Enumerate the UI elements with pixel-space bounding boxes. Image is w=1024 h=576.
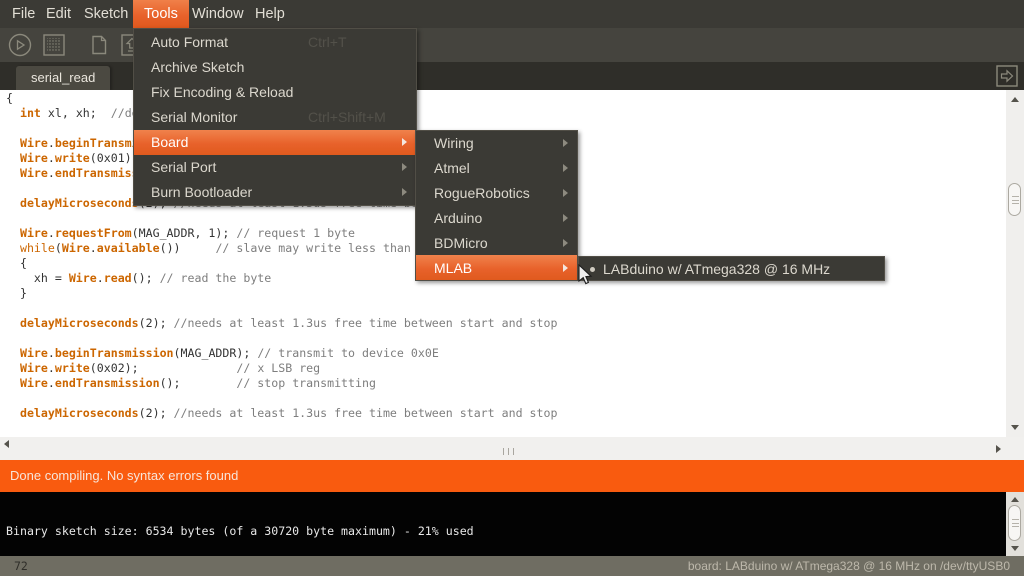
- menu-item-labduino[interactable]: LABduino w/ ATmega328 @ 16 MHz: [579, 257, 884, 280]
- menu-item-roguerobotics[interactable]: RogueRobotics: [416, 181, 577, 206]
- console-scroll-down-icon[interactable]: [1011, 546, 1019, 551]
- thumb-grip-icon: [1012, 519, 1019, 527]
- status-message: Done compiling. No syntax errors found: [10, 468, 238, 483]
- footer-status-bar: 72 board: LABduino w/ ATmega328 @ 16 MHz…: [0, 556, 1024, 576]
- console-scrollbar[interactable]: [1006, 492, 1024, 556]
- menu-bar: File Edit Sketch Tools Window Help: [0, 0, 1024, 28]
- play-circle-icon: [6, 31, 34, 59]
- editor-scrollbar-thumb[interactable]: [1008, 183, 1021, 216]
- menu-sketch[interactable]: Sketch: [80, 0, 132, 28]
- scroll-down-icon[interactable]: [1011, 425, 1019, 430]
- editor-vertical-scrollbar[interactable]: [1006, 90, 1024, 437]
- console: Binary sketch size: 6534 bytes (of a 307…: [0, 492, 1024, 556]
- menu-item-bdmicro[interactable]: BDMicro: [416, 230, 577, 255]
- stop-button[interactable]: [40, 31, 68, 59]
- console-output: Binary sketch size: 6534 bytes (of a 307…: [6, 524, 474, 539]
- submenu-arrow-icon: [563, 264, 568, 272]
- menu-item-fix-encoding[interactable]: Fix Encoding & Reload: [134, 79, 416, 104]
- mlab-submenu: LABduino w/ ATmega328 @ 16 MHz: [578, 256, 885, 281]
- splitter-grip-icon[interactable]: [503, 448, 517, 455]
- submenu-arrow-icon: [402, 138, 407, 146]
- submenu-arrow-icon: [402, 163, 407, 171]
- submenu-arrow-icon: [402, 188, 407, 196]
- submenu-arrow-icon: [563, 164, 568, 172]
- menu-help[interactable]: Help: [251, 0, 289, 28]
- new-button[interactable]: [84, 31, 112, 59]
- console-scrollbar-thumb[interactable]: [1008, 505, 1021, 541]
- menu-item-serial-port[interactable]: Serial Port: [134, 155, 416, 180]
- status-message-bar: Done compiling. No syntax errors found: [0, 460, 1024, 492]
- menu-item-burn-bootloader[interactable]: Burn Bootloader: [134, 180, 416, 205]
- board-submenu: Wiring Atmel RogueRobotics Arduino BDMic…: [415, 130, 578, 281]
- tab-serial-read[interactable]: serial_read: [16, 66, 110, 90]
- menu-item-auto-format[interactable]: Auto Format Ctrl+T: [134, 29, 416, 54]
- tools-menu: Auto Format Ctrl+T Archive Sketch Fix En…: [133, 28, 417, 206]
- menu-item-atmel[interactable]: Atmel: [416, 156, 577, 181]
- menu-tools[interactable]: Tools: [133, 0, 189, 28]
- tab-menu-button[interactable]: [995, 64, 1019, 88]
- menu-item-board[interactable]: Board: [134, 130, 416, 155]
- menu-item-mlab[interactable]: MLAB: [416, 255, 577, 280]
- arduino-ide-window: File Edit Sketch Tools Window Help: [0, 0, 1024, 576]
- horizontal-scrollbar[interactable]: [0, 437, 1024, 460]
- menu-item-wiring[interactable]: Wiring: [416, 131, 577, 156]
- menu-window[interactable]: Window: [188, 0, 248, 28]
- menu-file[interactable]: File: [8, 0, 39, 28]
- thumb-grip-icon: [1012, 196, 1019, 204]
- shortcut-label: Ctrl+T: [308, 34, 347, 50]
- menu-item-archive-sketch[interactable]: Archive Sketch: [134, 54, 416, 79]
- shortcut-label: Ctrl+Shift+M: [308, 109, 386, 125]
- board-info: board: LABduino w/ ATmega328 @ 16 MHz on…: [688, 556, 1010, 576]
- menu-item-serial-monitor[interactable]: Serial Monitor Ctrl+Shift+M: [134, 104, 416, 129]
- submenu-arrow-icon: [563, 214, 568, 222]
- scroll-left-icon[interactable]: [4, 440, 9, 448]
- menu-item-arduino[interactable]: Arduino: [416, 206, 577, 231]
- submenu-arrow-icon: [563, 139, 568, 147]
- submenu-arrow-icon: [563, 239, 568, 247]
- new-page-icon: [84, 31, 112, 59]
- line-number: 72: [14, 556, 28, 576]
- menu-edit[interactable]: Edit: [42, 0, 75, 28]
- submenu-arrow-icon: [563, 189, 568, 197]
- console-scroll-up-icon[interactable]: [1011, 497, 1019, 502]
- verify-button[interactable]: [6, 31, 34, 59]
- scroll-right-icon[interactable]: [996, 445, 1001, 453]
- stop-square-icon: [40, 31, 68, 59]
- scroll-up-icon[interactable]: [1011, 97, 1019, 102]
- mouse-cursor-icon: [577, 264, 597, 291]
